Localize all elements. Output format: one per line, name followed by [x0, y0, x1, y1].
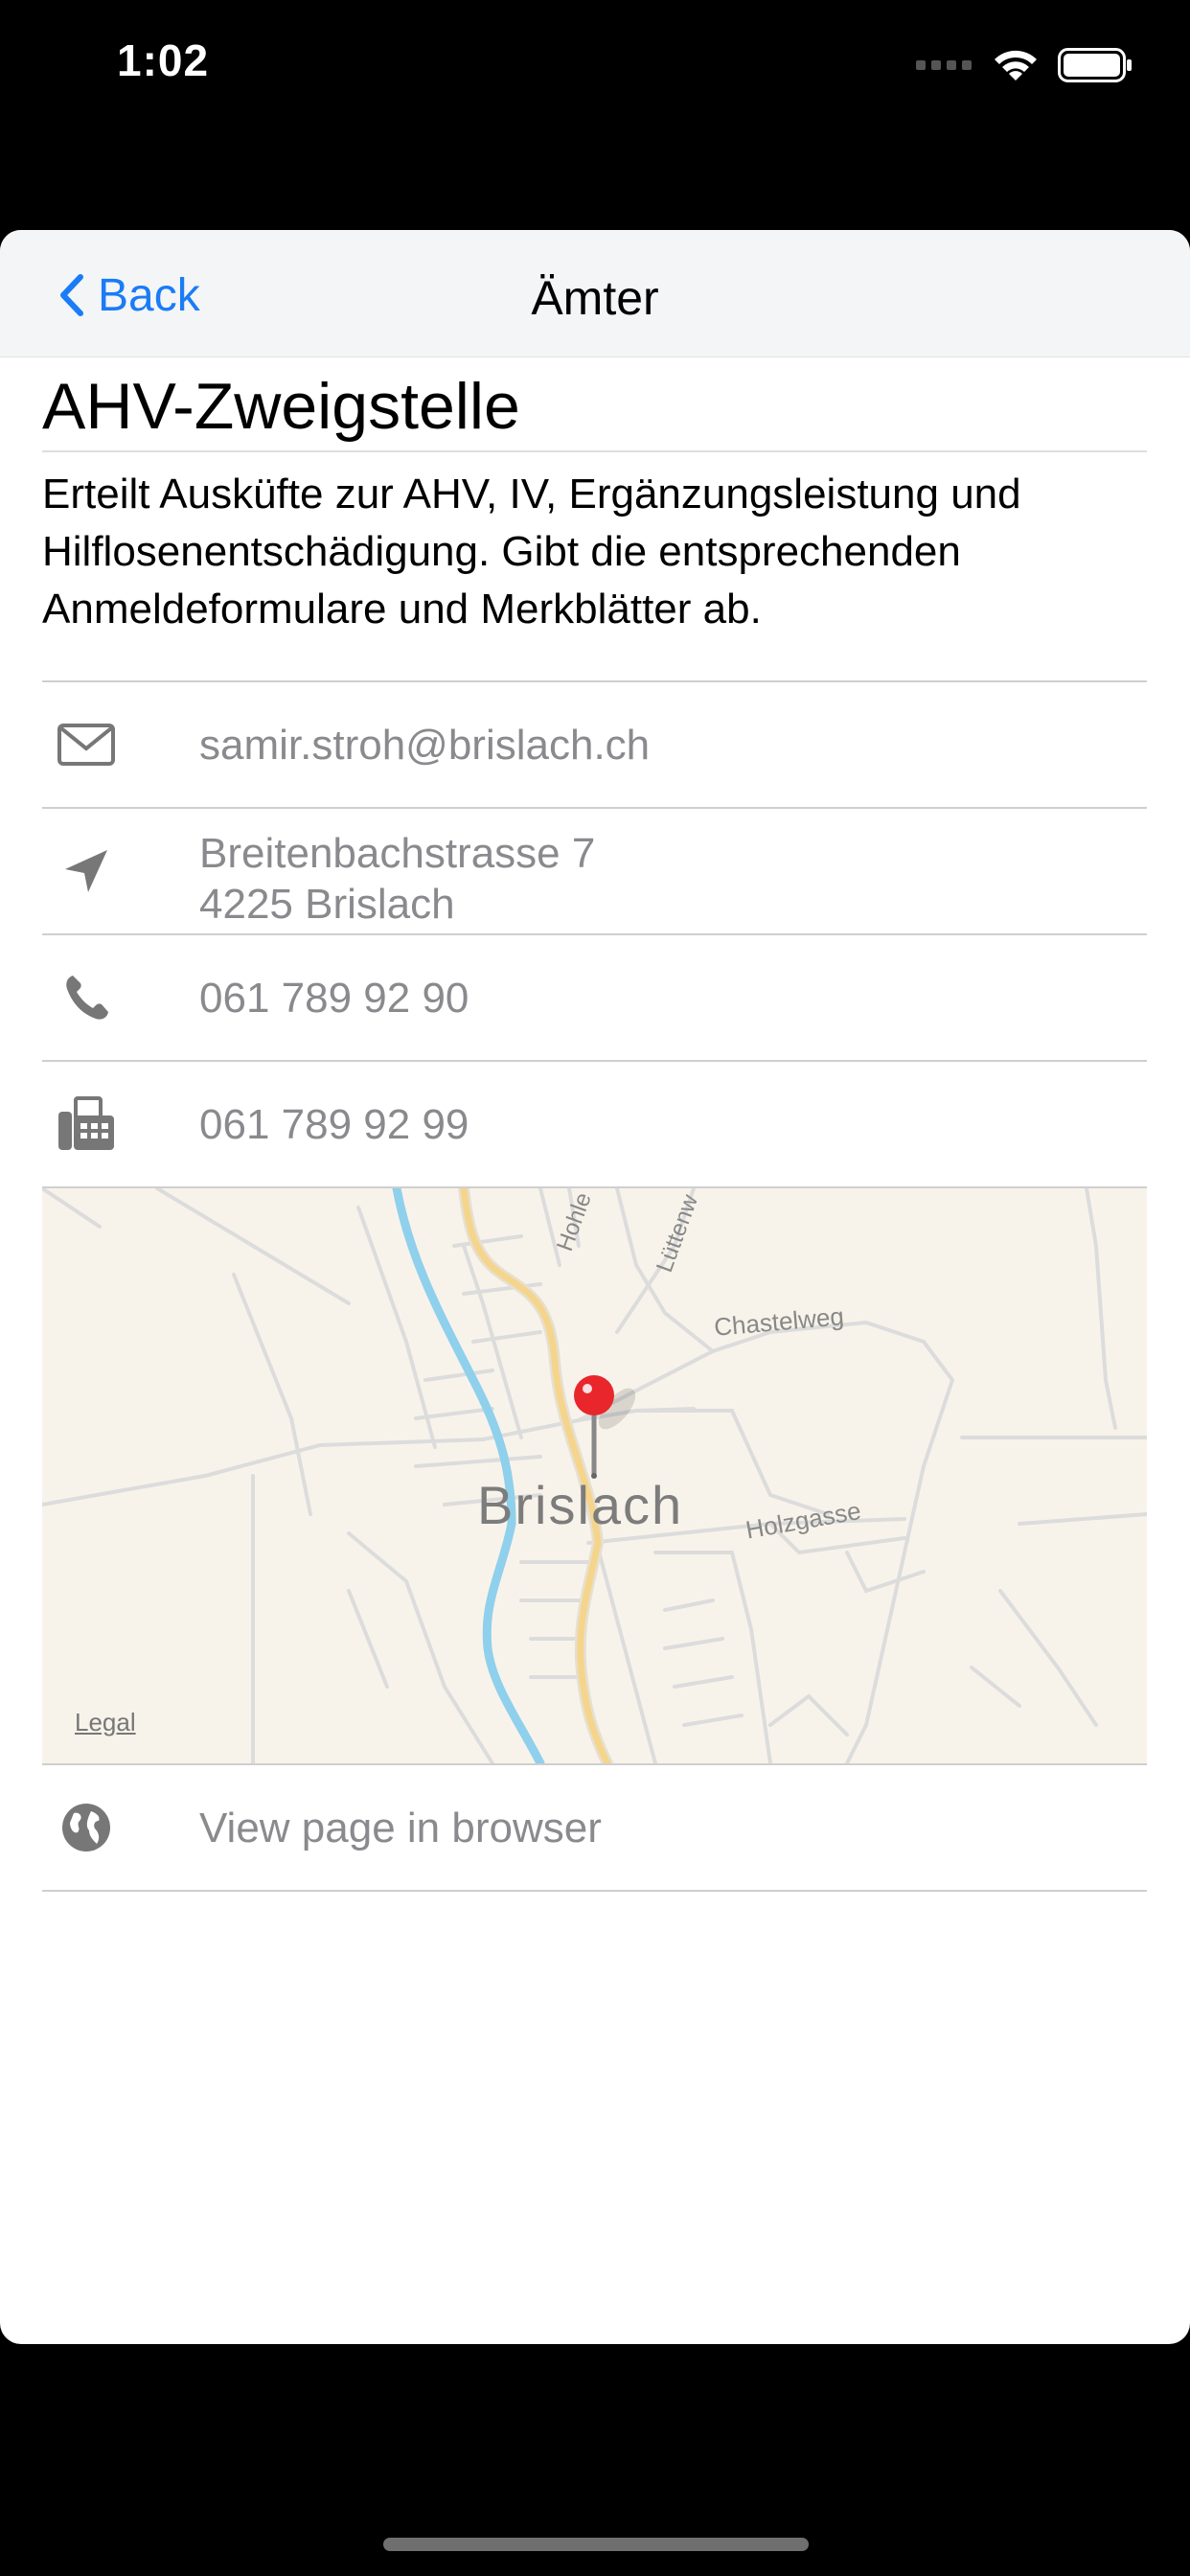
office-description: Erteilt Ausküfte zur AHV, IV, Ergänzungs… [42, 452, 1147, 682]
address-row[interactable]: Breitenbachstrasse 7 4225 Brislach [42, 809, 1147, 935]
web-link-text: View page in browser [199, 1804, 602, 1852]
home-indicator[interactable] [383, 2538, 809, 2551]
address-text: Breitenbachstrasse 7 4225 Brislach [199, 828, 595, 930]
map-legal-link[interactable]: Legal [75, 1708, 136, 1737]
status-time: 1:02 [117, 35, 210, 85]
address-city: 4225 Brislach [199, 881, 455, 928]
globe-icon [56, 1797, 117, 1858]
email-text: samir.stroh@brislach.ch [199, 721, 651, 769]
navigation-bar: Back Ämter [0, 230, 1190, 357]
location-arrow-icon [56, 840, 117, 902]
map-place-label: Brislach [477, 1475, 684, 1535]
battery-icon [1058, 48, 1132, 82]
office-title: AHV-Zweigstelle [42, 356, 1147, 452]
fax-icon [56, 1093, 117, 1155]
email-row[interactable]: samir.stroh@brislach.ch [42, 682, 1147, 809]
location-map[interactable]: Hohle Gass Lüttenw Chastelweg Holzgasse … [42, 1188, 1147, 1765]
phone-text: 061 789 92 90 [199, 974, 469, 1022]
address-street: Breitenbachstrasse 7 [199, 830, 596, 877]
wifi-icon [995, 50, 1037, 80]
fax-row[interactable]: 061 789 92 99 [42, 1062, 1147, 1188]
nav-title: Ämter [531, 271, 659, 325]
envelope-icon [56, 714, 117, 775]
phone-row[interactable]: 061 789 92 90 [42, 935, 1147, 1062]
detail-sheet: Back Ämter AHV-Zweigstelle Erteilt Auskü… [0, 230, 1190, 2344]
status-bar: 1:02 [0, 0, 1190, 134]
status-icons [916, 46, 1133, 84]
office-detail: AHV-Zweigstelle Erteilt Ausküfte zur AHV… [42, 356, 1147, 1892]
signal-icon [916, 60, 972, 70]
web-row[interactable]: View page in browser [42, 1765, 1147, 1892]
phone-icon [56, 967, 117, 1028]
fax-text: 061 789 92 99 [199, 1100, 469, 1148]
